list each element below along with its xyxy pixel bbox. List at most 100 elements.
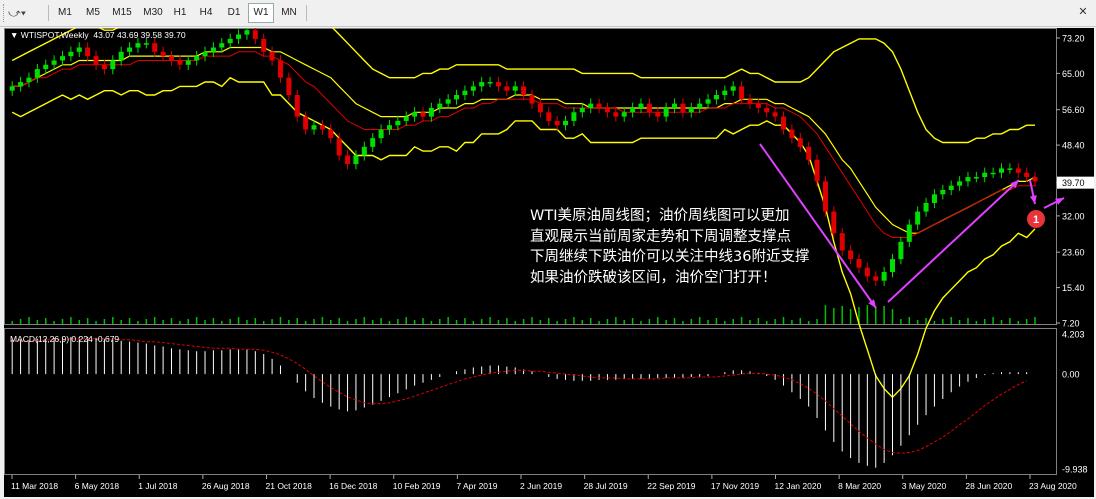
candle-up: [906, 224, 912, 242]
price-header: ▼ WTISPOT,Weekly 43.07 43.69 39.58 39.70: [10, 30, 186, 40]
x-tick-label: 26 Aug 2018: [202, 481, 250, 491]
x-tick-label: 28 Jul 2019: [584, 481, 628, 491]
candle-down: [646, 103, 652, 113]
candle-down: [160, 51, 166, 57]
candle-up: [688, 107, 694, 113]
chart-window[interactable]: 73.20 65.00 56.60 48.40 39.70 32.00 23.60 15.40…: [4, 7, 1094, 497]
candle-up: [127, 47, 133, 52]
x-tick-label: 17 Nov 2019: [711, 481, 759, 491]
y-tick-label: 73.20: [1062, 34, 1085, 44]
timeframe-toolbar: ⤻▾ M1 M5 M15 M30 H1 H4 D1 W1 MN ✕: [0, 0, 1096, 27]
candle-down: [177, 60, 183, 65]
candle-up: [143, 43, 149, 45]
candle-down: [764, 107, 770, 113]
y-tick-label: 23.60: [1062, 248, 1085, 258]
candle-up: [194, 56, 200, 61]
x-tick-label: 11 Mar 2018: [11, 481, 58, 491]
candle-down: [755, 103, 761, 108]
annotation-line: 直观展示当前周家走势和下周调整支撑点: [530, 228, 791, 245]
candle-up: [403, 116, 409, 121]
x-tick-label: 21 Oct 2018: [266, 481, 313, 491]
candle-down: [806, 146, 812, 160]
y-tick-label: 32.00: [1062, 211, 1085, 221]
macd-pane-frame: [4, 328, 1057, 475]
candle-up: [487, 82, 493, 84]
candle-up: [940, 190, 946, 195]
x-tick-label: 22 Sep 2019: [647, 481, 695, 491]
bollinger-lower-line: [11, 76, 1036, 399]
candle-down: [504, 86, 510, 91]
annotation-line: 下周继续下跌油价可以关注中线36附近支撑: [530, 249, 810, 265]
y-tick-label: 15.40: [1062, 283, 1085, 293]
candle-down: [261, 38, 267, 52]
candle-up: [445, 99, 451, 104]
candle-up: [454, 95, 460, 100]
candle-up: [621, 112, 627, 117]
candle-up: [227, 38, 233, 44]
macd-signal-line: [12, 338, 1027, 454]
timeframe-h4[interactable]: H4: [194, 4, 218, 22]
x-tick-label: 8 Mar 2020: [838, 481, 881, 491]
candle-up: [244, 30, 250, 35]
candle-up: [361, 146, 367, 156]
candle-down: [319, 125, 325, 130]
timeframe-m30[interactable]: M30: [138, 4, 168, 22]
candle-down: [336, 138, 342, 156]
candle-up: [76, 47, 82, 52]
candle-up: [1007, 168, 1013, 170]
candle-up: [26, 77, 32, 83]
line-tools-icon[interactable]: ⤻▾: [8, 4, 44, 22]
candle-down: [294, 95, 300, 117]
timeframe-m1[interactable]: M1: [52, 4, 78, 22]
timeframe-h1[interactable]: H1: [168, 4, 192, 22]
annotation-line: WTI美原油周线图；油价周线图可以更加: [530, 208, 790, 224]
close-icon[interactable]: ✕: [1076, 5, 1090, 19]
candle-down: [1032, 177, 1038, 182]
timeframe-m15[interactable]: M15: [108, 4, 136, 22]
candle-down: [252, 30, 258, 39]
candle-up: [663, 107, 669, 117]
symbol-label: WTISPOT,Weekly: [20, 30, 89, 40]
timeframe-mn[interactable]: MN: [276, 4, 302, 22]
candle-up: [948, 185, 954, 190]
toolbar-grip[interactable]: [3, 4, 7, 22]
candle-up: [202, 51, 208, 57]
candle-down: [1015, 168, 1021, 173]
candle-down: [495, 82, 501, 87]
candle-up: [236, 34, 242, 39]
candle-down: [303, 116, 309, 130]
candle-up: [210, 47, 216, 52]
candle-down: [814, 159, 820, 182]
candle-down: [1024, 172, 1030, 178]
macd-y-tick-label: 0.00: [1062, 370, 1080, 380]
candle-up: [931, 194, 937, 203]
candle-down: [873, 276, 879, 281]
candle-up: [973, 177, 979, 179]
timeframe-d1[interactable]: D1: [222, 4, 246, 22]
candle-down: [286, 77, 292, 95]
candle-up: [118, 51, 124, 61]
candle-down: [521, 86, 527, 95]
collapse-triangle-icon[interactable]: ▼: [10, 30, 18, 40]
candle-up: [43, 64, 49, 70]
y-tick-label: 56.60: [1062, 105, 1085, 115]
timeframe-w1[interactable]: W1: [248, 3, 274, 23]
candle-up: [219, 43, 225, 48]
candle-down: [546, 112, 552, 121]
candle-down: [864, 267, 870, 277]
candle-up: [697, 103, 703, 108]
candle-up: [915, 211, 921, 225]
timeframe-m5[interactable]: M5: [80, 4, 106, 22]
candle-up: [395, 120, 401, 126]
macd-header: MACD(12,26,9) 0.224 -0.679: [10, 334, 120, 344]
candle-up: [386, 125, 392, 130]
candle-up: [51, 60, 57, 65]
candle-down: [152, 43, 158, 52]
candle-down: [781, 116, 787, 130]
badge-number: 1: [1033, 214, 1039, 226]
candle-up: [999, 168, 1005, 173]
x-tick-label: 16 Dec 2018: [329, 481, 377, 491]
x-tick-label: 23 Aug 2020: [1029, 481, 1077, 491]
candle-down: [739, 86, 745, 100]
current-price-label: 39.70: [1062, 178, 1085, 188]
